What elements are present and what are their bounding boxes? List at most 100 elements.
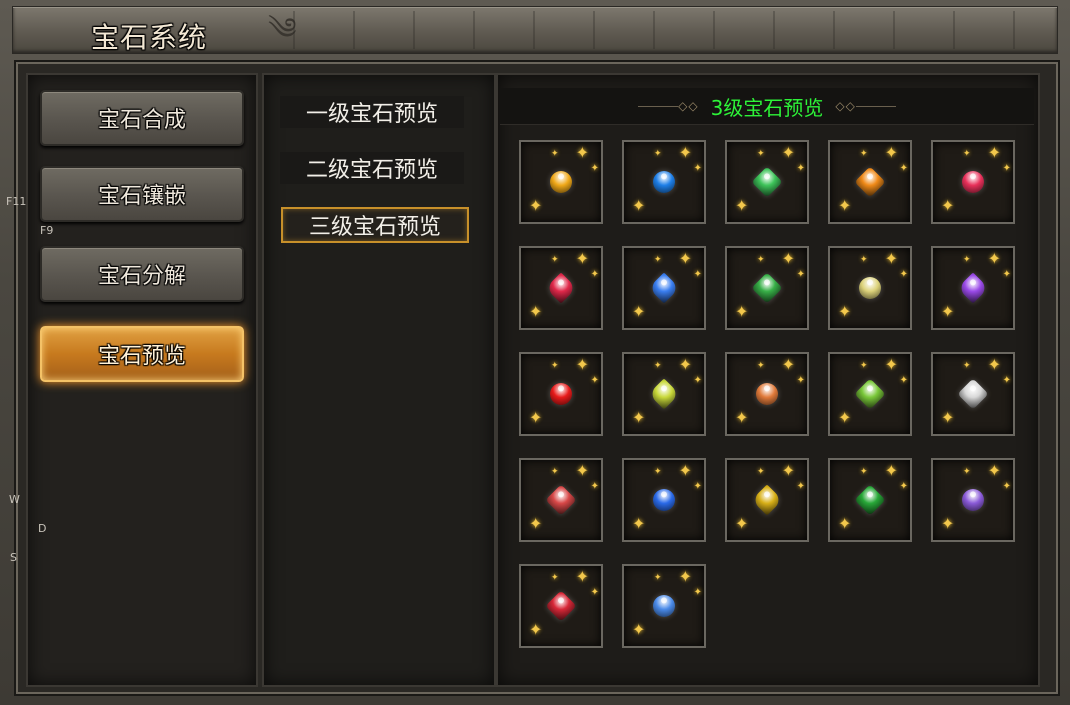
lime-gem-icon xyxy=(648,378,680,410)
sparkle-icon: ✦ xyxy=(735,302,749,321)
tab-level1-preview[interactable]: 一级宝石预览 xyxy=(280,96,464,128)
divider xyxy=(638,105,679,107)
sparkle-icon: ✦ xyxy=(899,375,908,386)
sparkle-icon: ✦ xyxy=(654,573,662,583)
sparkle-icon: ✦ xyxy=(678,143,692,162)
sparkle-icon: ✦ xyxy=(987,461,1001,480)
sparkle-icon: ✦ xyxy=(590,163,599,174)
gem-slot[interactable]: ✦ ✦ ✦ ✦ xyxy=(725,140,809,224)
gem-slot[interactable]: ✦ ✦ ✦ ✦ xyxy=(931,140,1015,224)
orange-gem-icon xyxy=(854,166,886,198)
sparkle-icon: ✦ xyxy=(941,514,955,533)
tab-level3-preview[interactable]: 三级宝石预览 xyxy=(281,207,469,243)
gem-slot[interactable]: ✦ ✦ ✦ ✦ xyxy=(725,458,809,542)
gem-slot[interactable]: ✦ ✦ ✦ ✦ xyxy=(519,246,603,330)
compass-s-label: S xyxy=(10,551,17,564)
sparkle-icon: ✦ xyxy=(590,587,599,598)
sparkle-icon: ✦ xyxy=(590,481,599,492)
white-diamond-icon xyxy=(957,378,989,410)
gem-slot[interactable]: ✦ ✦ ✦ ✦ xyxy=(725,352,809,436)
sparkle-icon: ✦ xyxy=(735,514,749,533)
diamond-ornament-icon: ◇◇ xyxy=(678,99,699,113)
gem-slot[interactable]: ✦ ✦ ✦ ✦ xyxy=(931,246,1015,330)
hotkey-f9-label: F9 xyxy=(40,224,54,237)
sparkle-icon: ✦ xyxy=(884,461,898,480)
sparkle-icon: ✦ xyxy=(678,355,692,374)
gem-slot[interactable]: ✦ ✦ ✦ ✦ xyxy=(828,140,912,224)
sparkle-icon: ✦ xyxy=(575,143,589,162)
sparkle-icon: ✦ xyxy=(693,587,702,598)
sparkle-icon: ✦ xyxy=(575,249,589,268)
sparkle-icon: ✦ xyxy=(693,163,702,174)
sparkle-icon: ✦ xyxy=(654,149,662,159)
sparkle-icon: ✦ xyxy=(551,573,559,583)
sparkle-icon: ✦ xyxy=(860,467,868,477)
sparkle-icon: ✦ xyxy=(529,302,543,321)
sparkle-icon: ✦ xyxy=(796,269,805,280)
gem-slot[interactable]: ✦ ✦ ✦ ✦ xyxy=(725,246,809,330)
sparkle-icon: ✦ xyxy=(899,481,908,492)
gem-slot[interactable]: ✦ ✦ ✦ ✦ xyxy=(622,352,706,436)
sparkle-icon: ✦ xyxy=(963,361,971,371)
green-gem-icon xyxy=(751,166,783,198)
sparkle-icon: ✦ xyxy=(590,269,599,280)
gem-slot[interactable]: ✦ ✦ ✦ ✦ xyxy=(828,246,912,330)
gem-slot[interactable]: ✦ ✦ ✦ ✦ xyxy=(519,140,603,224)
sparkle-icon: ✦ xyxy=(575,567,589,586)
green-cluster-gem-icon xyxy=(854,378,886,410)
sparkle-icon: ✦ xyxy=(551,149,559,159)
sparkle-icon: ✦ xyxy=(757,467,765,477)
sparkle-icon: ✦ xyxy=(838,302,852,321)
sparkle-icon: ✦ xyxy=(941,408,955,427)
sparkle-icon: ✦ xyxy=(838,408,852,427)
emerald-gem-icon xyxy=(854,484,886,516)
compass-d-label: D xyxy=(38,522,47,535)
tab-level2-preview[interactable]: 二级宝石预览 xyxy=(280,152,464,184)
gem-slot[interactable]: ✦ ✦ ✦ ✦ xyxy=(519,564,603,648)
title-ornament xyxy=(263,11,1051,49)
divider xyxy=(855,105,896,107)
gem-preview-button[interactable]: 宝石预览 xyxy=(40,326,244,382)
title-bar: ༄ 宝石系统 xyxy=(12,6,1058,54)
hotkey-f11-label: F11 xyxy=(6,195,27,208)
window-title: 宝石系统 xyxy=(91,21,208,54)
sparkle-icon: ✦ xyxy=(529,620,543,639)
gem-slot[interactable]: ✦ ✦ ✦ ✦ xyxy=(622,564,706,648)
sparkle-icon: ✦ xyxy=(884,143,898,162)
sparkle-icon: ✦ xyxy=(1002,269,1011,280)
gem-slot[interactable]: ✦ ✦ ✦ ✦ xyxy=(519,352,603,436)
gold-gem-icon xyxy=(751,484,783,516)
gem-slot[interactable]: ✦ ✦ ✦ ✦ xyxy=(931,458,1015,542)
sparkle-icon: ✦ xyxy=(781,355,795,374)
gem-synthesis-button[interactable]: 宝石合成 xyxy=(40,90,244,146)
gem-slot[interactable]: ✦ ✦ ✦ ✦ xyxy=(828,458,912,542)
diamond-ornament-icon: ◇◇ xyxy=(835,99,856,113)
sparkle-icon: ✦ xyxy=(860,361,868,371)
gem-slot[interactable]: ✦ ✦ ✦ ✦ xyxy=(622,140,706,224)
sparkle-icon: ✦ xyxy=(693,269,702,280)
sparkle-icon: ✦ xyxy=(796,481,805,492)
gem-slot[interactable]: ✦ ✦ ✦ ✦ xyxy=(931,352,1015,436)
sparkle-icon: ✦ xyxy=(632,196,646,215)
gem-inlay-button[interactable]: 宝石镶嵌 xyxy=(40,166,244,222)
preview-header: ◇◇ 3级宝石预览 ◇◇ xyxy=(500,88,1034,125)
sparkle-icon: ✦ xyxy=(551,467,559,477)
gem-decompose-button[interactable]: 宝石分解 xyxy=(40,246,244,302)
sparkle-icon: ✦ xyxy=(1002,163,1011,174)
sparkle-icon: ✦ xyxy=(781,461,795,480)
preview-title: 3级宝石预览 xyxy=(710,95,824,120)
gem-slot[interactable]: ✦ ✦ ✦ ✦ xyxy=(622,246,706,330)
sparkle-icon: ✦ xyxy=(838,514,852,533)
sparkle-icon: ✦ xyxy=(781,143,795,162)
gem-slot[interactable]: ✦ ✦ ✦ ✦ xyxy=(828,352,912,436)
gem-slot[interactable]: ✦ ✦ ✦ ✦ xyxy=(519,458,603,542)
sparkle-icon: ✦ xyxy=(899,269,908,280)
gem-slot[interactable]: ✦ ✦ ✦ ✦ xyxy=(622,458,706,542)
sparkle-icon: ✦ xyxy=(551,361,559,371)
sparkle-icon: ✦ xyxy=(860,255,868,265)
pale-yellow-gem-icon xyxy=(854,272,886,304)
sparkle-icon: ✦ xyxy=(590,375,599,386)
sparkle-icon: ✦ xyxy=(899,163,908,174)
sparkle-icon: ✦ xyxy=(941,302,955,321)
yellow-gem-icon xyxy=(545,166,577,198)
